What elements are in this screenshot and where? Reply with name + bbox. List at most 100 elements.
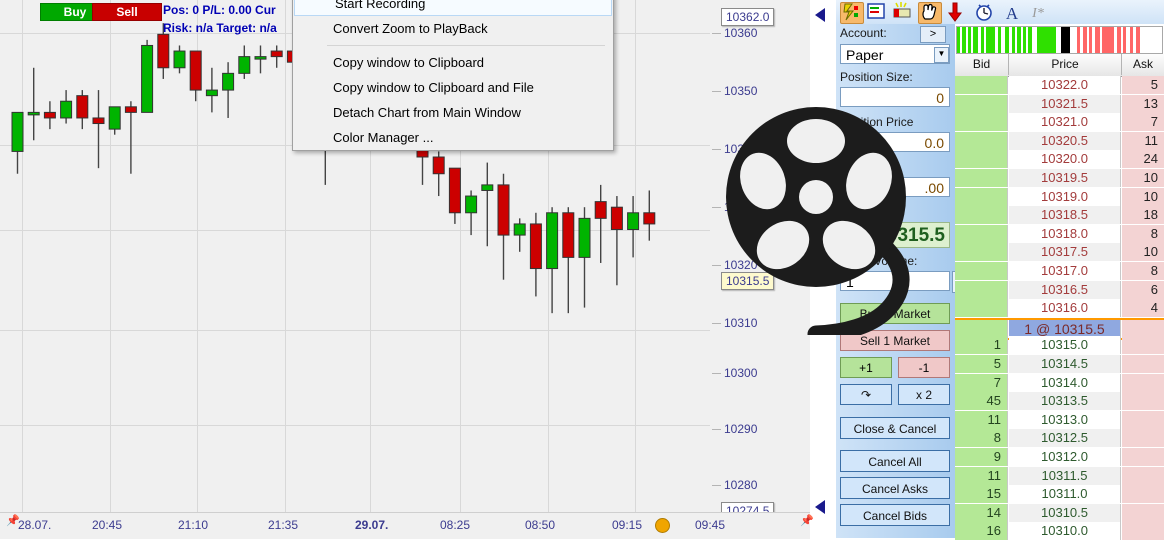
ladder-row[interactable]: 10317.0 8 xyxy=(955,262,1164,280)
pl-field[interactable]: .00 xyxy=(840,177,950,197)
ladder-price-cell[interactable]: 1 @ 10315.5 xyxy=(1009,319,1121,338)
ladder-ask-cell[interactable]: 10 xyxy=(1122,243,1164,262)
ladder-row[interactable]: 15 10311.0 xyxy=(955,485,1164,504)
ladder-price-cell[interactable]: 10313.0 xyxy=(1009,410,1121,429)
cancel-bids-button[interactable]: Cancel Bids xyxy=(840,504,950,526)
menu-item-copy-window-to-clipboard-and-file[interactable]: Copy window to Clipboard and File xyxy=(293,75,613,100)
ladder-ask-cell[interactable]: 18 xyxy=(1122,206,1164,225)
scroll-left-top-arrow[interactable] xyxy=(815,8,825,22)
increase-qty-button[interactable]: +1 xyxy=(840,357,892,378)
ladder-price-cell[interactable]: 10316.0 xyxy=(1009,299,1121,318)
ladder-ask-cell[interactable] xyxy=(1122,319,1164,338)
close-and-cancel-button[interactable]: Close & Cancel xyxy=(840,417,950,439)
position-price-field[interactable]: 0.0 xyxy=(840,132,950,152)
cancel-all-button[interactable]: Cancel All xyxy=(840,450,950,472)
context-menu[interactable]: Start Recording Convert Zoom to PlayBack C… xyxy=(292,0,614,151)
ladder-price-cell[interactable]: 10310.5 xyxy=(1009,503,1121,522)
ladder-row[interactable]: 16 10310.0 xyxy=(955,522,1164,540)
ladder-row[interactable]: 8 10312.5 xyxy=(955,429,1164,448)
sell-market-button[interactable]: Sell 1 Market xyxy=(840,330,950,351)
ladder-row[interactable]: 10318.0 8 xyxy=(955,224,1164,243)
ladder-bid-cell[interactable]: 9 xyxy=(955,448,1008,466)
ladder-ask-cell[interactable]: 10 xyxy=(1122,169,1164,187)
ladder-header-bid[interactable]: Bid xyxy=(955,54,1009,75)
ladder-ask-cell[interactable]: 8 xyxy=(1122,262,1164,280)
menu-item-detach-chart-from-main-window[interactable]: Detach Chart from Main Window xyxy=(293,100,613,125)
ladder-ask-cell[interactable]: 10 xyxy=(1122,187,1164,206)
ladder-header-price[interactable]: Price xyxy=(1009,54,1122,75)
italic-icon[interactable]: I* xyxy=(1028,2,1050,22)
chevron-down-icon[interactable]: ▼ xyxy=(934,47,949,63)
ladder-row[interactable]: 10321.5 13 xyxy=(955,94,1164,113)
menu-item-color-manager[interactable]: Color Manager ... xyxy=(293,125,613,150)
ladder-row[interactable]: 10319.5 10 xyxy=(955,169,1164,187)
ladder-row[interactable]: 9 10312.0 xyxy=(955,448,1164,466)
depth-of-market-ladder[interactable]: Bid Price Ask 10322.0 5 10321.5 13 10321.0 7 1… xyxy=(955,24,1164,540)
ladder-bid-cell[interactable]: 14 xyxy=(955,503,1008,522)
menu-item-copy-window-to-clipboard[interactable]: Copy window to Clipboard xyxy=(293,50,613,75)
ladder-price-cell[interactable]: 10319.5 xyxy=(1009,169,1121,187)
pin-icon-right[interactable]: 📌 xyxy=(800,514,814,527)
ladder-ask-cell[interactable]: 4 xyxy=(1122,299,1164,318)
ladder-price-cell[interactable]: 10312.0 xyxy=(1009,448,1121,466)
time-axis[interactable]: 28.07. 20:45 21:10 21:35 29.07. 08:25 08:50 09:… xyxy=(0,512,810,539)
ladder-bid-cell[interactable] xyxy=(955,262,1008,280)
ladder-price-cell[interactable]: 10314.0 xyxy=(1009,373,1121,392)
ladder-bid-cell[interactable] xyxy=(955,206,1008,225)
ladder-row[interactable]: 10318.5 18 xyxy=(955,206,1164,225)
ladder-price-cell[interactable]: 10319.0 xyxy=(1009,187,1121,206)
ladder-price-cell[interactable]: 10315.0 xyxy=(1009,336,1121,355)
ladder-bid-cell[interactable]: 5 xyxy=(955,355,1008,373)
ladder-bid-cell[interactable]: 7 xyxy=(955,373,1008,392)
double-qty-button[interactable]: x 2 xyxy=(898,384,950,405)
panel-toolbar[interactable]: A I* xyxy=(836,0,1164,24)
menu-item-convert-zoom-to-playback[interactable]: Convert Zoom to PlayBack xyxy=(293,16,613,41)
ladder-ask-cell[interactable]: 8 xyxy=(1122,224,1164,243)
position-size-field[interactable]: 0 xyxy=(840,87,950,107)
ladder-ask-cell[interactable] xyxy=(1122,373,1164,392)
reverse-position-button[interactable]: ↷ xyxy=(840,384,892,405)
ladder-row[interactable]: 1 10315.0 xyxy=(955,336,1164,355)
ladder-row[interactable]: 45 10313.5 xyxy=(955,392,1164,411)
ladder-bid-cell[interactable] xyxy=(955,187,1008,206)
ladder-price-cell[interactable]: 10311.0 xyxy=(1009,485,1121,504)
ladder-price-cell[interactable]: 10318.5 xyxy=(1009,206,1121,225)
ladder-price-cell[interactable]: 10321.5 xyxy=(1009,94,1121,113)
ladder-row[interactable]: 10320.5 11 xyxy=(955,131,1164,150)
ladder-bid-cell[interactable]: 16 xyxy=(955,522,1008,540)
ladder-price-cell[interactable]: 10322.0 xyxy=(1009,76,1121,94)
ladder-bid-cell[interactable]: 45 xyxy=(955,392,1008,411)
ladder-price-cell[interactable]: 10318.0 xyxy=(1009,224,1121,243)
ladder-bid-cell[interactable] xyxy=(955,94,1008,113)
ladder-bid-cell[interactable] xyxy=(955,76,1008,94)
ladder-bid-cell[interactable]: 15 xyxy=(955,485,1008,504)
sell-button[interactable]: Sell xyxy=(92,3,162,21)
ladder-price-cell[interactable]: 10317.0 xyxy=(1009,262,1121,280)
ladder-row[interactable]: 10320.0 24 xyxy=(955,150,1164,169)
ladder-bid-cell[interactable]: 11 xyxy=(955,410,1008,429)
ladder-ask-cell[interactable]: 5 xyxy=(1122,76,1164,94)
hand-icon[interactable] xyxy=(918,2,942,24)
ladder-row[interactable]: 10319.0 10 xyxy=(955,187,1164,206)
ladder-bid-cell[interactable] xyxy=(955,299,1008,318)
pin-icon-left[interactable]: 📌 xyxy=(6,514,20,527)
ladder-header-ask[interactable]: Ask xyxy=(1122,54,1164,75)
order-volume-input[interactable]: 1 xyxy=(840,271,950,291)
ladder-bid-cell[interactable] xyxy=(955,224,1008,243)
ladder-row[interactable]: 10316.5 6 xyxy=(955,280,1164,299)
ladder-row[interactable]: 10321.0 7 xyxy=(955,113,1164,132)
ladder-bid-cell[interactable] xyxy=(955,319,1008,338)
ladder-ask-cell[interactable]: 6 xyxy=(1122,280,1164,299)
ladder-row[interactable]: 10322.0 5 xyxy=(955,76,1164,94)
down-arrow-icon[interactable] xyxy=(948,2,970,22)
ladder-price-cell[interactable]: 10313.5 xyxy=(1009,392,1121,411)
ladder-ask-cell[interactable] xyxy=(1122,336,1164,355)
menu-item-start-recording[interactable]: Start Recording xyxy=(294,0,612,16)
price-axis[interactable]: 10360 10350 10340 10330 10320 10310 10300 10290… xyxy=(710,0,810,520)
scroll-left-bottom-arrow[interactable] xyxy=(815,500,825,514)
ladder-row[interactable]: 11 10313.0 xyxy=(955,410,1164,429)
ladder-price-cell[interactable]: 10320.5 xyxy=(1009,131,1121,150)
ladder-ask-cell[interactable] xyxy=(1122,355,1164,373)
decrease-qty-button[interactable]: -1 xyxy=(898,357,950,378)
trading-panel[interactable]: A I* Account: > Paper ▼ Position Size: 0… xyxy=(836,0,1164,540)
